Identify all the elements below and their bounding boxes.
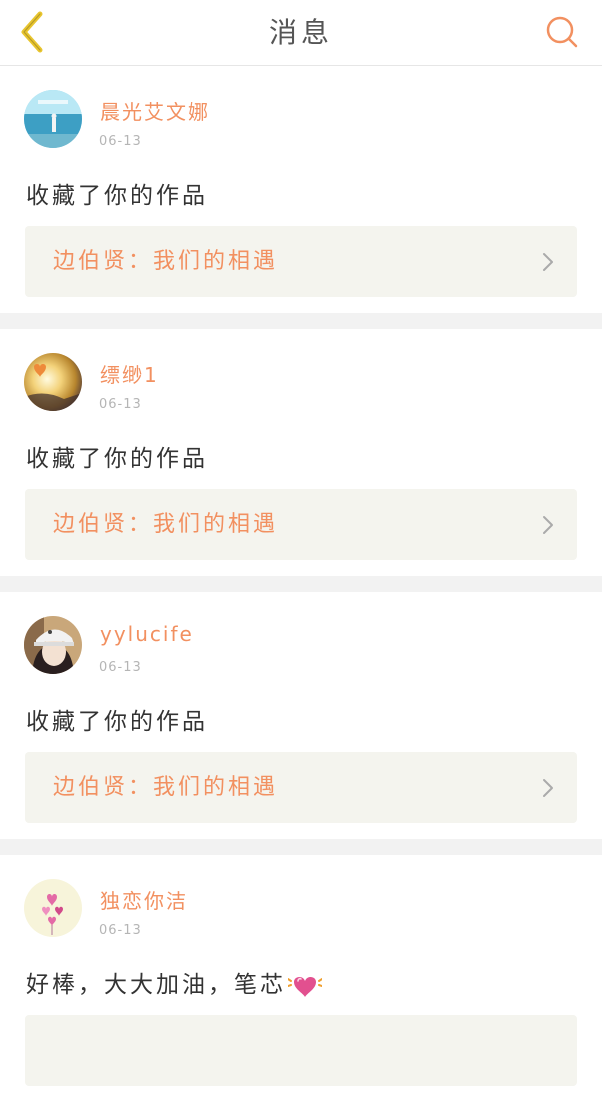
- divider: [0, 313, 602, 329]
- message-card: 晨光艾文娜 06-13 收藏了你的作品 边伯贤：我们的相遇: [0, 66, 602, 313]
- message-date: 06-13: [99, 660, 142, 675]
- chevron-right-icon: [543, 516, 553, 534]
- search-button[interactable]: [540, 10, 584, 54]
- message-text: 收藏了你的作品: [26, 709, 208, 735]
- work-link[interactable]: 边伯贤：我们的相遇: [25, 226, 577, 297]
- chevron-right-icon: [543, 779, 553, 797]
- message-card: 缥缈1 06-13 收藏了你的作品 边伯贤：我们的相遇: [0, 329, 602, 576]
- username[interactable]: 独恋你洁: [100, 885, 188, 914]
- user-avatar[interactable]: [24, 353, 82, 411]
- top-bar: 消息: [0, 0, 602, 66]
- message-card: 独恋你洁 06-13 好棒，大大加油，笔芯: [0, 855, 602, 1102]
- message-date: 06-13: [99, 397, 142, 412]
- comment-text: 好棒，大大加油，笔芯: [26, 965, 322, 999]
- username[interactable]: 缥缈1: [100, 359, 159, 388]
- avatar-hearts: [24, 879, 82, 937]
- user-avatar[interactable]: [24, 90, 82, 148]
- message-date: 06-13: [99, 923, 142, 938]
- message-list: 晨光艾文娜 06-13 收藏了你的作品 边伯贤：我们的相遇 缥缈1 06-13 …: [0, 66, 602, 1102]
- user-avatar[interactable]: [24, 879, 82, 937]
- work-title: 边伯贤：我们的相遇: [53, 249, 279, 274]
- search-icon: [546, 16, 578, 48]
- page-title: 消息: [268, 16, 333, 49]
- message-text: 收藏了你的作品: [26, 183, 208, 209]
- chevron-right-icon: [543, 253, 553, 271]
- user-avatar[interactable]: [24, 616, 82, 674]
- heart-emoji-icon: [288, 976, 322, 997]
- work-link[interactable]: [25, 1015, 577, 1086]
- work-title: 边伯贤：我们的相遇: [53, 512, 279, 537]
- message-date: 06-13: [99, 134, 142, 149]
- message-text: 收藏了你的作品: [26, 446, 208, 472]
- avatar-portrait: [24, 616, 82, 674]
- avatar-sunset: [24, 353, 82, 411]
- comment-body: 好棒，大大加油，笔芯: [26, 972, 286, 998]
- divider: [0, 839, 602, 855]
- username[interactable]: 晨光艾文娜: [100, 96, 210, 125]
- work-title: 边伯贤：我们的相遇: [53, 775, 279, 800]
- work-link[interactable]: 边伯贤：我们的相遇: [25, 752, 577, 823]
- message-card: yylucife 06-13 收藏了你的作品 边伯贤：我们的相遇: [0, 592, 602, 839]
- avatar-ocean: [24, 90, 82, 148]
- work-link[interactable]: 边伯贤：我们的相遇: [25, 489, 577, 560]
- divider: [0, 576, 602, 592]
- username[interactable]: yylucife: [100, 622, 194, 646]
